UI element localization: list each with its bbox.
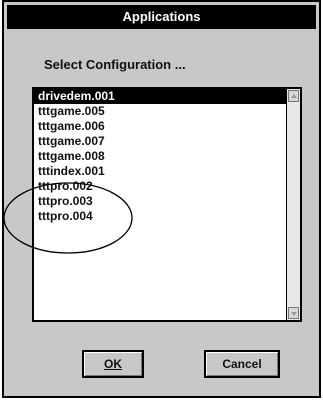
ok-button[interactable]: OK (82, 350, 144, 378)
configuration-listbox[interactable]: drivedem.001 tttgame.005 tttgame.006 ttt… (32, 87, 302, 322)
list-item[interactable]: tttpro.002 (34, 179, 287, 194)
list-item[interactable]: tttpro.003 (34, 194, 287, 209)
configuration-list: drivedem.001 tttgame.005 tttgame.006 ttt… (34, 89, 287, 320)
vertical-scrollbar[interactable] (286, 89, 300, 320)
scroll-down-arrow-icon[interactable] (288, 307, 299, 319)
list-item[interactable]: tttindex.001 (34, 164, 287, 179)
scroll-up-arrow-icon[interactable] (288, 90, 299, 102)
list-item[interactable]: tttgame.005 (34, 104, 287, 119)
list-item[interactable]: tttgame.007 (34, 134, 287, 149)
page: Applications Select Configuration ... dr… (0, 0, 323, 400)
list-item[interactable]: drivedem.001 (34, 89, 287, 104)
title-bar: Applications (7, 5, 316, 29)
cancel-button[interactable]: Cancel (204, 350, 280, 378)
select-configuration-label: Select Configuration ... (44, 57, 186, 72)
list-item[interactable]: tttpro.004 (34, 209, 287, 224)
ok-button-label: OK (104, 357, 122, 371)
list-item[interactable]: tttgame.008 (34, 149, 287, 164)
applications-dialog: Applications Select Configuration ... dr… (2, 0, 321, 398)
list-item[interactable]: tttgame.006 (34, 119, 287, 134)
